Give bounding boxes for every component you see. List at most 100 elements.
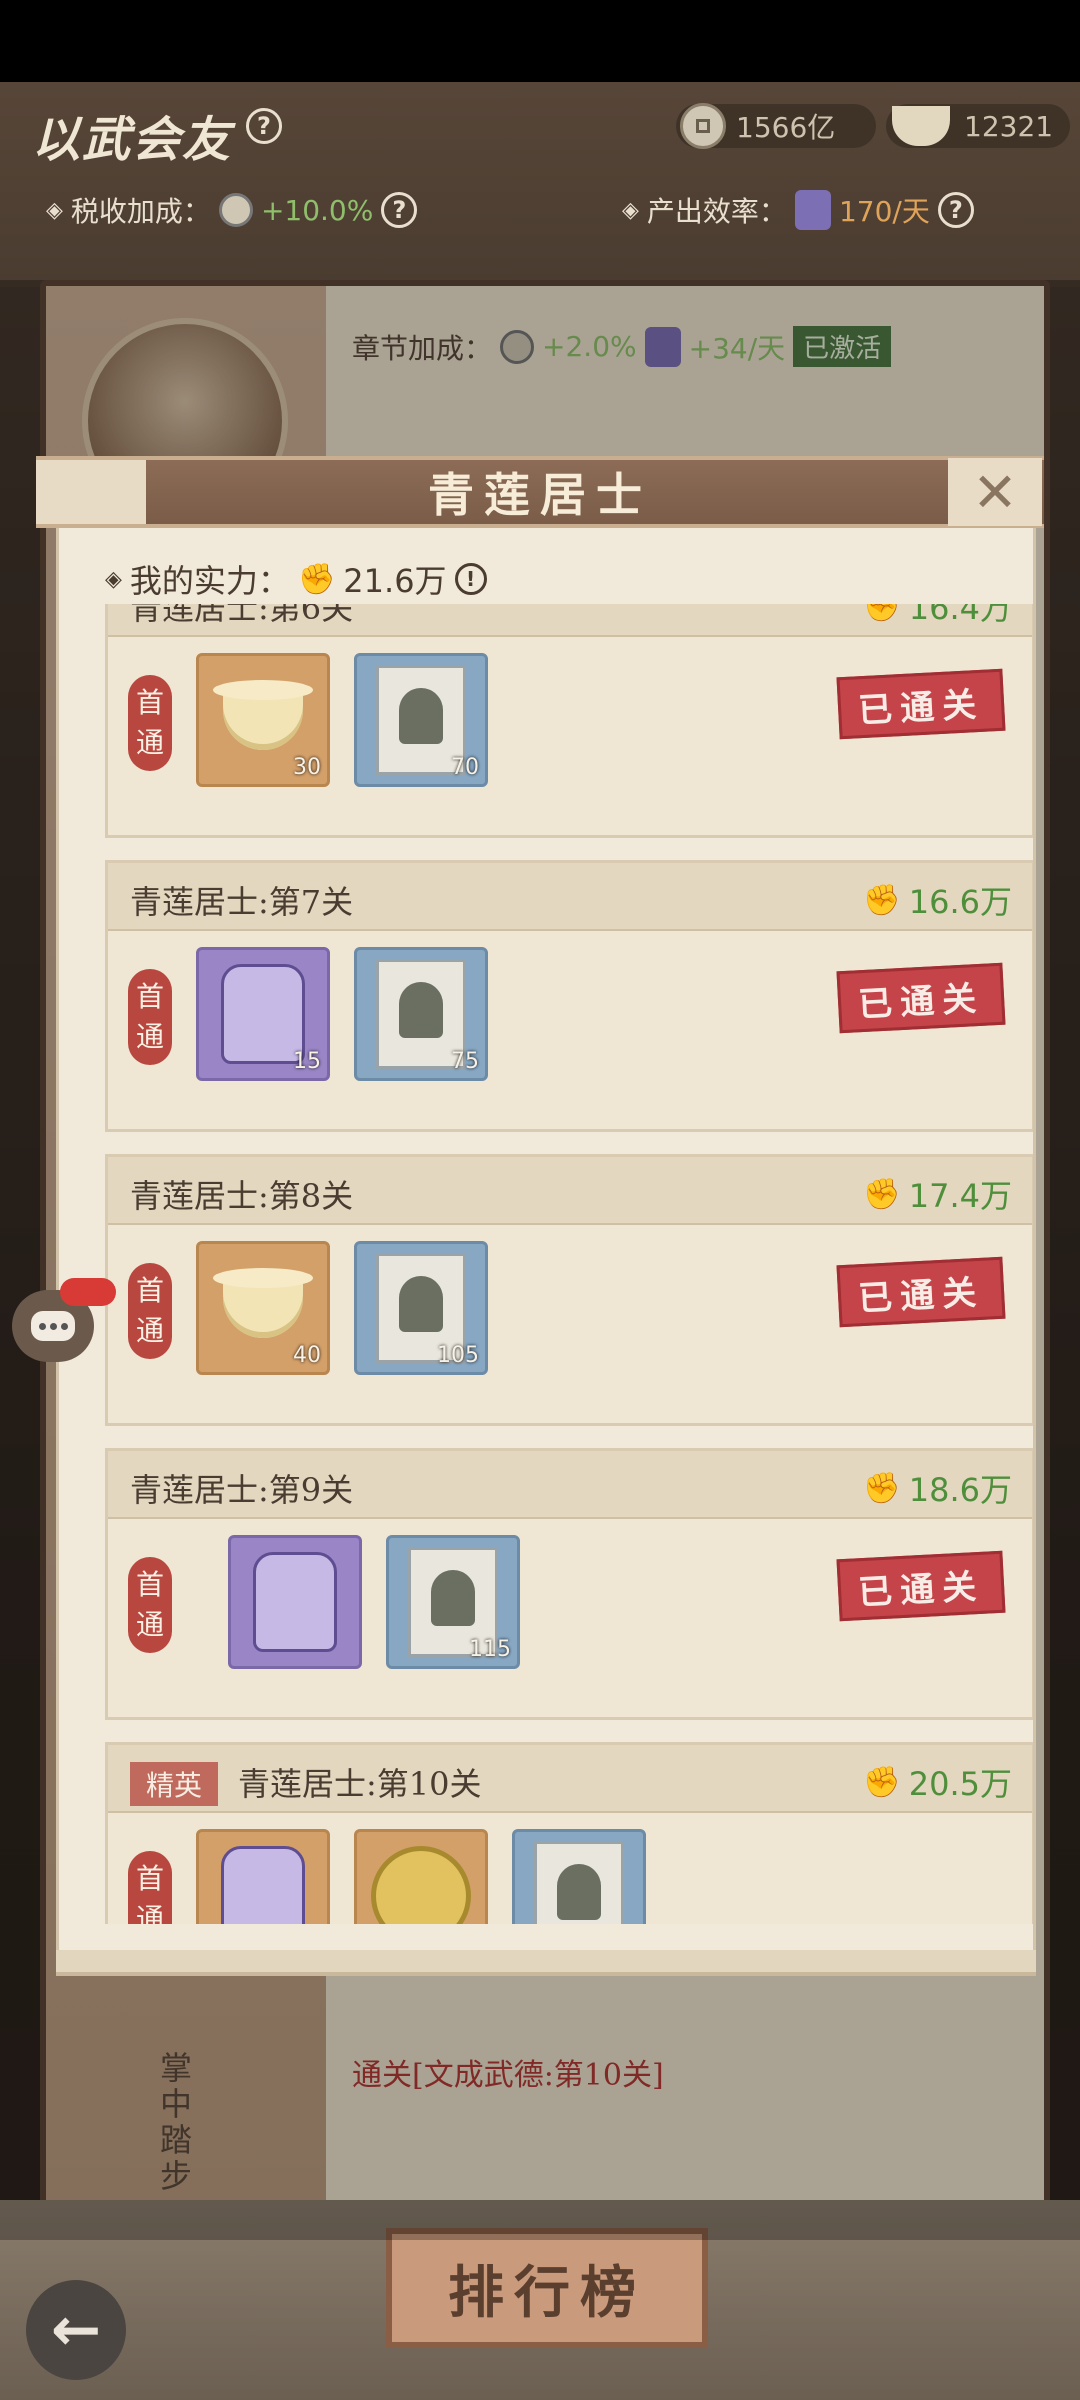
help-icon[interactable]: ? bbox=[381, 192, 418, 228]
reward-quantity: 75 bbox=[451, 1049, 479, 1074]
gold-ingot-icon bbox=[213, 680, 313, 750]
modal-body: ◈ 我的实力： ✊ 21.6万 ! 青莲居士:第6关 ✊ 16.4万 首通 30 … bbox=[56, 526, 1036, 1966]
first-clear-tag: 首通 bbox=[128, 675, 172, 771]
cleared-stamp: 已通关 bbox=[836, 668, 1006, 740]
stage-name-text: 青莲居士:第10关 bbox=[238, 1765, 482, 1803]
book-icon bbox=[534, 1841, 624, 1924]
stage-header: 青莲居士:第8关 ✊ 17.4万 bbox=[108, 1157, 1032, 1225]
back-arrow-icon[interactable]: ← bbox=[26, 2280, 126, 2380]
copper-amount: 1566亿 bbox=[736, 111, 836, 144]
first-clear-tag: 首通 bbox=[128, 1557, 172, 1653]
tax-label: 税收加成： bbox=[70, 195, 211, 228]
stage-card: 青莲居士:第7关 ✊ 16.6万 首通 15 75 已通关 bbox=[105, 860, 1033, 1132]
stage-power-value: 16.6万 bbox=[908, 883, 1012, 921]
cleared-stamp: 已通关 bbox=[836, 1256, 1006, 1328]
stage-header: 精英 青莲居士:第10关 ✊ 20.5万 bbox=[108, 1745, 1032, 1813]
reward-book[interactable] bbox=[512, 1829, 646, 1924]
stage-name: 青莲居士:第9关 bbox=[130, 1471, 354, 1509]
help-icon[interactable]: ? bbox=[246, 108, 282, 144]
reward-book[interactable]: 75 bbox=[354, 947, 488, 1081]
silver-amount: 12321 bbox=[964, 109, 1054, 143]
fist-icon: ✊ bbox=[863, 1470, 901, 1506]
page-title: 以武会友 bbox=[32, 112, 233, 168]
reward-book[interactable]: 115 bbox=[386, 1535, 520, 1669]
reward-scroll[interactable]: 15 bbox=[196, 947, 330, 1081]
stage-header: 青莲居士:第7关 ✊ 16.6万 bbox=[108, 863, 1032, 931]
stage-power-value: 17.4万 bbox=[908, 1177, 1012, 1215]
diamond-icon: ◈ bbox=[622, 197, 639, 223]
reward-gold-ingot[interactable]: 30 bbox=[196, 653, 330, 787]
close-icon[interactable]: ✕ bbox=[948, 458, 1042, 526]
diamond-icon: ◈ bbox=[46, 197, 63, 223]
reward-quantity: 70 bbox=[451, 755, 479, 780]
stage-card: 青莲居士:第6关 ✊ 16.4万 首通 30 70 已通关 bbox=[105, 604, 1033, 838]
power-value: 21.6万 bbox=[343, 562, 447, 600]
fist-icon: ✊ bbox=[297, 561, 336, 597]
stage-header: 青莲居士:第9关 ✊ 18.6万 bbox=[108, 1451, 1032, 1519]
first-clear-tag: 首通 bbox=[128, 969, 172, 1065]
stage-power: ✊ 16.4万 bbox=[863, 604, 1012, 629]
stage-name: 青莲居士:第6关 bbox=[130, 604, 354, 627]
help-icon[interactable]: ? bbox=[937, 192, 974, 228]
reward-scroll[interactable] bbox=[228, 1535, 362, 1669]
stage-card: 青莲居士:第9关 ✊ 18.6万 首通 115 已通关 bbox=[105, 1448, 1033, 1720]
reward-quantity: 105 bbox=[437, 1343, 479, 1368]
fist-icon: ✊ bbox=[863, 882, 901, 918]
reward-gold-ingot[interactable]: 40 bbox=[196, 1241, 330, 1375]
fist-icon: ✊ bbox=[863, 604, 901, 624]
scroll-icon bbox=[794, 190, 831, 230]
info-icon[interactable]: ! bbox=[454, 563, 487, 595]
reward-quantity: 15 bbox=[293, 1049, 321, 1074]
output-efficiency: ◈ 产出效率： 170/天 ? bbox=[622, 190, 974, 230]
stage-card: 青莲居士:第8关 ✊ 17.4万 首通 40 105 已通关 bbox=[105, 1154, 1033, 1426]
fist-icon: ✊ bbox=[863, 1764, 901, 1800]
copper-coin-icon bbox=[680, 103, 726, 149]
stage-header: 青莲居士:第6关 ✊ 16.4万 bbox=[108, 604, 1032, 637]
gold-ingot-icon bbox=[213, 1268, 313, 1338]
reward-quantity: 115 bbox=[469, 1637, 511, 1662]
power-label: 我的实力： bbox=[129, 562, 290, 600]
silver-ingot-icon bbox=[892, 106, 950, 146]
stage-name: 精英 青莲居士:第10关 bbox=[130, 1759, 482, 1806]
modal-footer-edge bbox=[56, 1950, 1036, 1976]
stage-power-value: 20.5万 bbox=[908, 1765, 1012, 1803]
cleared-stamp: 已通关 bbox=[836, 1550, 1006, 1622]
notification-badge bbox=[60, 1278, 116, 1306]
my-power: ◈ 我的实力： ✊ 21.6万 ! bbox=[105, 556, 487, 602]
copper-counter[interactable]: 1566亿 bbox=[676, 103, 876, 149]
tax-value: +10.0% bbox=[260, 193, 374, 227]
stage-name: 青莲居士:第7关 bbox=[130, 883, 354, 921]
reward-coin[interactable] bbox=[354, 1829, 488, 1924]
silver-counter[interactable]: 12321 bbox=[886, 104, 1070, 148]
elite-tag: 精英 bbox=[130, 1762, 219, 1806]
leaderboard-button[interactable]: 排行榜 bbox=[386, 2228, 708, 2348]
reward-book[interactable]: 70 bbox=[354, 653, 488, 787]
cleared-stamp: 已通关 bbox=[836, 962, 1006, 1034]
modal-title: 青莲居士 bbox=[428, 468, 652, 522]
reward-scroll[interactable] bbox=[196, 1829, 330, 1924]
stage-power: ✊ 16.6万 bbox=[863, 877, 1012, 923]
stage-power: ✊ 18.6万 bbox=[863, 1465, 1012, 1511]
diamond-icon: ◈ bbox=[105, 566, 122, 592]
fist-icon: ✊ bbox=[863, 1176, 901, 1212]
reward-quantity: 30 bbox=[293, 755, 321, 780]
stage-power-value: 16.4万 bbox=[908, 604, 1012, 627]
status-bar bbox=[0, 0, 1080, 82]
modal-header: 青莲居士 bbox=[36, 456, 1044, 528]
tax-bonus: ◈ 税收加成： +10.0% ? bbox=[46, 190, 418, 230]
gold-coin-icon bbox=[371, 1846, 471, 1924]
output-label: 产出效率： bbox=[646, 195, 787, 228]
scroll-icon bbox=[253, 1552, 337, 1652]
scroll-icon bbox=[221, 1846, 305, 1924]
stage-power: ✊ 20.5万 bbox=[863, 1759, 1012, 1805]
reward-book[interactable]: 105 bbox=[354, 1241, 488, 1375]
stage-card: 精英 青莲居士:第10关 ✊ 20.5万 首通 bbox=[105, 1742, 1033, 1924]
coin-icon bbox=[218, 193, 253, 227]
stage-power: ✊ 17.4万 bbox=[863, 1171, 1012, 1217]
stage-list[interactable]: 青莲居士:第6关 ✊ 16.4万 首通 30 70 已通关 青莲居士:第7关 ✊ 1… bbox=[105, 604, 1033, 1924]
first-clear-tag: 首通 bbox=[128, 1851, 172, 1924]
reward-quantity: 40 bbox=[293, 1343, 321, 1368]
first-clear-tag: 首通 bbox=[128, 1263, 172, 1359]
output-value: 170/天 bbox=[838, 195, 930, 228]
stage-power-value: 18.6万 bbox=[908, 1471, 1012, 1509]
